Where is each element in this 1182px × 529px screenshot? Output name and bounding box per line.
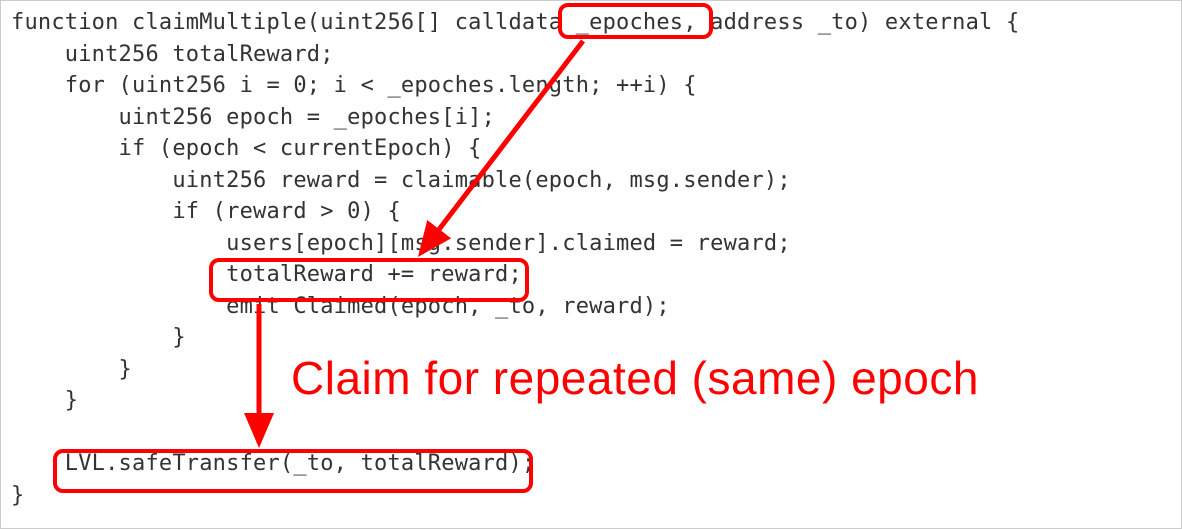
- code-line: LVL.safeTransfer(_to, totalReward);: [11, 451, 535, 476]
- code-line: function claimMultiple(uint256[] calldat…: [11, 10, 1019, 35]
- code-line: }: [11, 357, 132, 382]
- code-line: if (epoch < currentEpoch) {: [11, 136, 482, 161]
- code-line: for (uint256 i = 0; i < _epoches.length;…: [11, 73, 697, 98]
- code-line: uint256 epoch = _epoches[i];: [11, 105, 495, 130]
- code-line: }: [11, 483, 24, 508]
- code-screenshot: function claimMultiple(uint256[] calldat…: [0, 0, 1182, 529]
- annotation-label: Claim for repeated (same) epoch: [291, 351, 979, 405]
- code-line: totalReward += reward;: [11, 262, 522, 287]
- code-line: users[epoch][msg.sender].claimed = rewar…: [11, 231, 791, 256]
- code-line: }: [11, 325, 186, 350]
- code-line: uint256 totalReward;: [11, 42, 334, 67]
- code-line: emit Claimed(epoch, _to, reward);: [11, 294, 670, 319]
- code-line: }: [11, 388, 78, 413]
- code-block: function claimMultiple(uint256[] calldat…: [1, 1, 1181, 519]
- code-line: if (reward > 0) {: [11, 199, 401, 224]
- code-line: uint256 reward = claimable(epoch, msg.se…: [11, 168, 791, 193]
